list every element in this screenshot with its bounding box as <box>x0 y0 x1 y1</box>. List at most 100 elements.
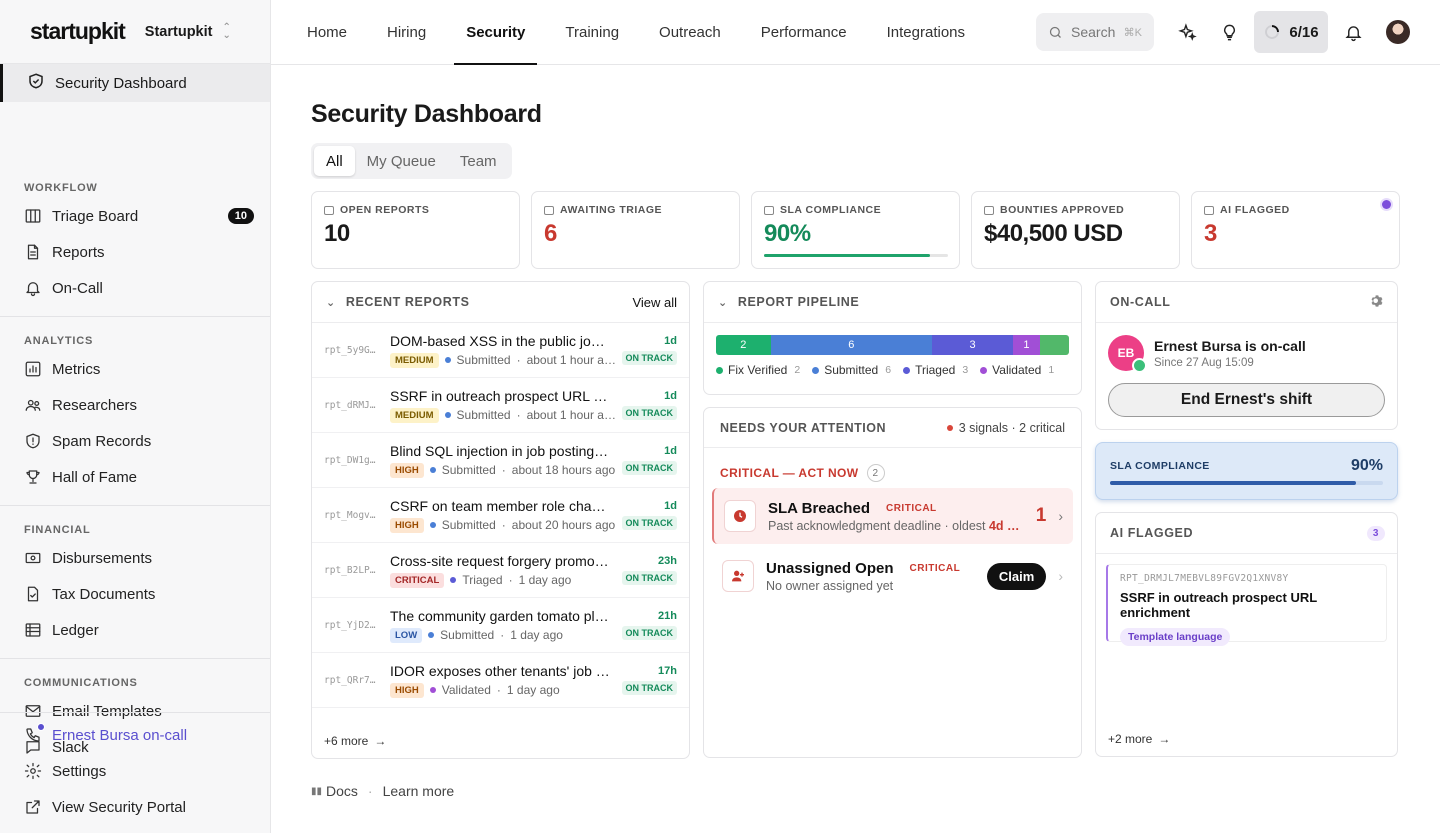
separator: · <box>501 518 506 532</box>
report-title: SSRF in outreach prospect URL enrichment <box>1120 590 1317 620</box>
pipeline-segment[interactable]: 3 <box>932 335 1014 355</box>
pipeline-segment[interactable] <box>1039 335 1069 355</box>
sidebar-item-security-dashboard[interactable]: Security Dashboard <box>0 64 270 102</box>
stat-icon <box>764 205 774 215</box>
pipeline-segment[interactable]: 1 <box>1013 335 1040 355</box>
sidebar-item-triage-board[interactable]: Triage Board 10 <box>24 198 270 234</box>
table-row[interactable]: rpt_DW1g… Blind SQL injection in job post… <box>312 433 689 488</box>
report-status: Submitted <box>456 408 511 422</box>
stat-card-sla-compliance[interactable]: SLA COMPLIANCE 90% <box>751 191 960 269</box>
table-row[interactable]: rpt_B2LP… Cross-site request forgery prom… <box>312 543 689 598</box>
sidebar-item-label: On-Call <box>52 279 103 297</box>
attention-item-unassigned[interactable]: Unassigned Open CRITICAL No owner assigne… <box>712 548 1073 604</box>
stat-card-awaiting-triage[interactable]: AWAITING TRIAGE 6 <box>531 191 740 269</box>
sidebar-item-on-call[interactable]: On-Call <box>24 270 270 306</box>
brand-header: startupkit Startupkit ⌃ ⌄ <box>0 0 270 64</box>
tab-hiring[interactable]: Hiring <box>371 0 442 65</box>
status-dot-icon <box>429 522 436 528</box>
tab-performance[interactable]: Performance <box>745 0 863 65</box>
sidebar-item-settings[interactable]: Settings <box>24 753 270 789</box>
main: Home Hiring Security Training Outreach Perfor… <box>271 0 1440 833</box>
status-dot-icon <box>429 467 436 473</box>
sidebar-item-label: Researchers <box>52 396 138 414</box>
tips-button[interactable] <box>1208 12 1250 52</box>
separator: · <box>508 573 513 587</box>
shield-alert-icon <box>24 432 42 450</box>
legend-count: 1 <box>1048 364 1055 376</box>
tab-training[interactable]: Training <box>549 0 635 65</box>
chevron-down-icon[interactable]: ⌄ <box>718 296 728 309</box>
stat-label: OPEN REPORTS <box>340 204 430 216</box>
progress-ring-icon <box>1265 25 1280 39</box>
users-icon <box>24 396 42 414</box>
end-shift-button[interactable]: End Ernest's shift <box>1108 383 1385 417</box>
gear-icon[interactable] <box>1369 293 1385 312</box>
user-avatar[interactable] <box>1386 20 1410 44</box>
ai-flagged-item[interactable]: RPT_DRMJL7MEBVL89FGV2Q1XNV8Y SSRF in out… <box>1106 564 1387 646</box>
learn-more-link[interactable]: Learn more <box>383 783 455 799</box>
filter-my-queue[interactable]: My Queue <box>355 146 448 176</box>
separator: · <box>500 628 505 642</box>
table-row[interactable]: rpt_YjD2… The community garden tomato pl…… <box>312 598 689 653</box>
chevron-down-icon[interactable]: ⌄ <box>326 296 336 309</box>
report-title: The community garden tomato pl… <box>390 607 609 624</box>
pipeline-segment[interactable]: 6 <box>770 335 933 355</box>
sidebar-item-tax-documents[interactable]: Tax Documents <box>24 576 270 612</box>
sidebar-item-disbursements[interactable]: Disbursements <box>24 540 270 576</box>
report-status: Submitted <box>441 518 496 532</box>
report-pipeline-card: ⌄ REPORT PIPELINE 2 6 3 1 Fix Verified 2 Submi… <box>703 281 1082 395</box>
sla-status-badge: ON TRACK <box>621 406 677 420</box>
stat-icon <box>984 205 994 215</box>
tab-outreach[interactable]: Outreach <box>643 0 737 65</box>
sidebar-item-label: Ernest Bursa on-call <box>52 726 188 744</box>
attention-count: 1 <box>1035 505 1047 526</box>
ai-sparkle-button[interactable] <box>1166 12 1208 52</box>
filter-all[interactable]: All <box>314 146 355 176</box>
sidebar-item-ernest-bursa-on-call[interactable]: Ernest Bursa on-call <box>24 717 270 753</box>
sidebar-item-researchers[interactable]: Researchers <box>24 387 270 423</box>
sidebar-item-view-security-portal[interactable]: View Security Portal <box>24 789 270 825</box>
sla-progress-track <box>764 254 948 257</box>
more-flagged-link[interactable]: +2 more → <box>1096 722 1182 756</box>
sidebar-item-ledger[interactable]: Ledger <box>24 612 270 648</box>
section-title: COMMUNICATIONS <box>24 677 138 689</box>
claim-button[interactable]: Claim <box>986 562 1047 590</box>
report-title: Blind SQL injection in job posting … <box>390 442 610 459</box>
stat-card-bounties-approved[interactable]: BOUNTIES APPROVED $40,500 USD <box>971 191 1180 269</box>
sidebar-item-spam-records[interactable]: Spam Records <box>24 423 270 459</box>
view-all-link[interactable]: View all <box>632 295 677 310</box>
sla-compliance-card: SLA COMPLIANCE 90% <box>1095 442 1398 500</box>
table-row[interactable]: rpt_dRMJ… SSRF in outreach prospect URL e… <box>312 378 689 433</box>
more-reports-link[interactable]: +6 more → <box>312 724 398 758</box>
search-input[interactable]: Search ⌘K <box>1036 13 1154 51</box>
chevron-updown-icon: ⌃ ⌄ <box>222 21 231 41</box>
table-row[interactable]: rpt_QRr7… IDOR exposes other tenants' job… <box>312 653 689 708</box>
logo[interactable]: startupkit <box>30 18 126 45</box>
legend-item: Validated 1 <box>980 363 1054 377</box>
notifications-button[interactable] <box>1332 12 1374 52</box>
org-switcher[interactable]: Startupkit ⌃ ⌄ <box>145 21 231 41</box>
pipeline-segment[interactable]: 2 <box>716 335 771 355</box>
legend-dot-icon <box>980 366 988 374</box>
table-row[interactable]: rpt_Mogv… CSRF on team member role chan… H… <box>312 488 689 543</box>
sidebar-item-reports[interactable]: Reports <box>24 234 270 270</box>
sidebar-item-label: Security Dashboard <box>55 74 187 92</box>
tab-security[interactable]: Security <box>450 0 541 65</box>
cash-icon <box>24 549 42 567</box>
docs-link[interactable]: ▮▮ Docs <box>311 783 358 799</box>
critical-dot-icon <box>946 424 953 431</box>
tab-integrations[interactable]: Integrations <box>871 0 981 65</box>
report-status: Triaged <box>462 573 503 587</box>
separator: · <box>496 683 501 697</box>
stat-card-open-reports[interactable]: OPEN REPORTS 10 <box>311 191 520 269</box>
sidebar-item-metrics[interactable]: Metrics <box>24 351 270 387</box>
table-row[interactable]: rpt_5y9G… DOM-based XSS in the public job… <box>312 323 689 378</box>
sidebar-item-hall-of-fame[interactable]: Hall of Fame <box>24 459 270 495</box>
progress-indicator[interactable]: 6/16 <box>1254 11 1328 53</box>
critical-tag: CRITICAL <box>885 502 937 514</box>
shield-check-icon <box>27 72 45 94</box>
filter-team[interactable]: Team <box>448 146 509 176</box>
stat-card-ai-flagged[interactable]: AI FLAGGED 3 <box>1191 191 1400 269</box>
attention-item-sla-breached[interactable]: SLA Breached CRITICAL Past acknowledgment… <box>712 488 1073 544</box>
tab-home[interactable]: Home <box>291 0 363 65</box>
